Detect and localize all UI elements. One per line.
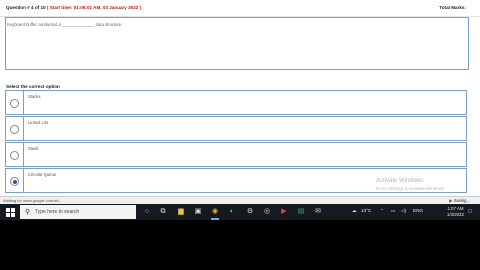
- notification-icon[interactable]: ▢: [468, 208, 472, 214]
- radio-button[interactable]: [10, 99, 19, 108]
- taskbar-search-box[interactable]: ⚲ Type here to search: [20, 205, 136, 219]
- weather-icon[interactable]: ☁: [352, 208, 357, 214]
- option-label: Stack: [28, 146, 39, 151]
- cortana-icon[interactable]: ○: [143, 208, 151, 216]
- clock-date: 1/3/2022: [446, 211, 464, 217]
- letterbox-area: [0, 220, 480, 270]
- media-icon[interactable]: ▶: [280, 208, 288, 216]
- steam-icon[interactable]: ◎: [263, 208, 271, 216]
- search-icon: ⚲: [25, 209, 31, 216]
- watermark-subtitle: Go to Settings to activate Windows.: [376, 185, 446, 191]
- select-option-label: Select the correct option: [6, 84, 60, 89]
- language-indicator[interactable]: ENG: [413, 208, 423, 213]
- mail-icon[interactable]: ✉: [314, 208, 322, 216]
- photos-icon[interactable]: ▤: [297, 208, 305, 216]
- radio-button[interactable]: [10, 151, 19, 160]
- taskbar-clock[interactable]: 1:07 AM 1/3/2022: [447, 206, 464, 217]
- file-explorer-icon[interactable]: ▆: [177, 208, 185, 216]
- option-label: Linked List: [28, 120, 49, 125]
- task-view-icon[interactable]: ⧉: [159, 208, 167, 216]
- option-row-3[interactable]: Stack: [5, 142, 467, 167]
- start-time: ( Start time: 01:06:01 AM, 03 January 20…: [46, 5, 142, 10]
- option-radio-cell[interactable]: [6, 143, 24, 166]
- saving-label: Saving...: [453, 198, 470, 203]
- volume-icon[interactable]: ◁): [401, 208, 406, 214]
- store-icon[interactable]: ▣: [194, 208, 202, 216]
- activate-windows-watermark: Activate Windows Go to Settings to activ…: [376, 178, 445, 193]
- option-label: Stacks: [28, 94, 41, 99]
- saving-indicator: ▶ Saving...: [449, 198, 470, 203]
- network-icon[interactable]: ▭: [391, 208, 395, 214]
- option-radio-cell[interactable]: [6, 169, 24, 192]
- question-text: Keyboard buffer conducted a ____________…: [7, 22, 123, 27]
- option-radio-cell[interactable]: [6, 91, 24, 114]
- settings-icon[interactable]: ⚙: [246, 208, 254, 216]
- option-radio-cell[interactable]: [6, 117, 24, 140]
- temperature[interactable]: 13°C: [361, 208, 371, 213]
- option-row-1[interactable]: Stacks: [5, 90, 467, 115]
- radio-button-selected[interactable]: [10, 177, 19, 186]
- question-number: Question # 4 of 10 ( Start time: 01:06:0…: [6, 5, 141, 10]
- total-marks: Total Marks:: [439, 5, 466, 10]
- quiz-page: Question # 4 of 10 ( Start time: 01:06:0…: [0, 0, 480, 196]
- option-label: Circular Queue: [28, 172, 57, 177]
- clock-time: 1:07 AM: [447, 206, 464, 211]
- question-counter: Question # 4 of 10: [6, 5, 46, 10]
- quiz-header: Question # 4 of 10 ( Start time: 01:06:0…: [0, 0, 480, 17]
- status-text: Waiting for www.google.com/sb...: [3, 198, 62, 203]
- windows-start-icon[interactable]: [6, 208, 15, 217]
- option-row-2[interactable]: Linked List: [5, 116, 467, 141]
- show-hidden-icons[interactable]: ⌃: [380, 208, 384, 214]
- radio-button[interactable]: [10, 125, 19, 134]
- watermark-title: Activate Windows: [376, 178, 424, 184]
- chrome-icon[interactable]: ◉: [211, 208, 219, 216]
- edge-icon[interactable]: ◐: [228, 208, 236, 216]
- search-placeholder: Type here to search: [35, 209, 80, 215]
- windows-taskbar: ⚲ Type here to search ○ ⧉ ▆ ▣ ◉ ◐ ⚙ ◎ ▶ …: [0, 204, 480, 220]
- play-icon: ▶: [449, 198, 453, 203]
